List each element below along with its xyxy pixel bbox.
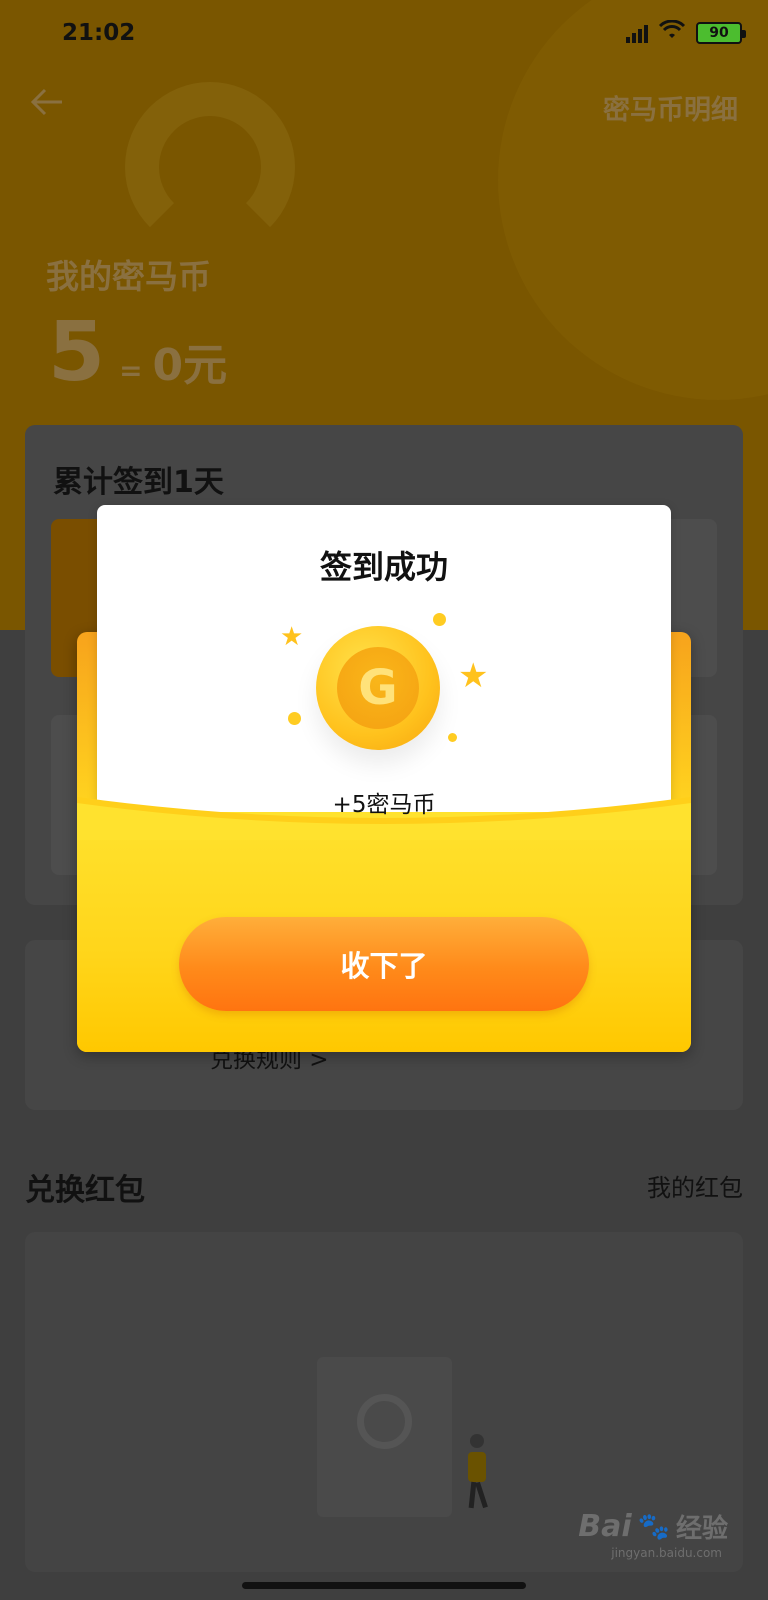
coin-count: 5 — [48, 305, 106, 400]
home-indicator[interactable] — [242, 1582, 526, 1589]
sparkle-dot — [288, 712, 301, 725]
star-icon: ★ — [458, 656, 489, 696]
back-arrow-icon[interactable] — [30, 82, 64, 126]
coin-detail-link[interactable]: 密马币明细 — [603, 88, 738, 127]
balance-amount: 5 = 0元 — [48, 305, 227, 400]
equals-sign: = — [119, 354, 143, 387]
reward-amount: +5密马币 — [332, 792, 436, 818]
cash-value: 0元 — [152, 340, 228, 391]
status-icons: 90 — [626, 19, 746, 46]
baidu-watermark: Bai 🐾 经验 jingyan.baidu.com — [578, 1508, 728, 1560]
coin-letter: G — [337, 647, 419, 729]
accept-button[interactable]: 收下了 — [179, 917, 589, 1011]
star-icon: ★ — [280, 622, 304, 652]
decor-ring — [125, 82, 295, 252]
coin-outer: G — [316, 626, 440, 750]
coin-ring-icon — [357, 1394, 412, 1449]
status-time: 21:02 — [62, 20, 136, 46]
signal-icon — [626, 23, 648, 43]
person-illustration — [475, 1481, 488, 1509]
watermark-suffix: 经验 — [675, 1514, 728, 1544]
my-redpacket-link[interactable]: 我的红包 — [647, 1168, 743, 1203]
watermark-brand: Bai — [578, 1509, 632, 1544]
gold-coin-icon: G — [316, 626, 440, 750]
redpacket-section-title: 兑换红包 — [25, 1173, 145, 1208]
modal-title: 签到成功 — [319, 548, 448, 586]
wifi-icon — [658, 19, 686, 46]
battery-icon: 90 — [696, 22, 746, 44]
paw-icon: 🐾 — [637, 1511, 670, 1542]
person-illustration — [470, 1434, 484, 1448]
sparkle-dot — [433, 613, 446, 626]
status-bar: 21:02 90 — [0, 0, 768, 66]
watermark-url: jingyan.baidu.com — [611, 1546, 722, 1560]
balance-label: 我的密马币 — [46, 257, 211, 296]
sign-in-title: 累计签到1天 — [53, 465, 224, 500]
sparkle-dot — [448, 733, 457, 742]
person-illustration — [468, 1452, 486, 1482]
